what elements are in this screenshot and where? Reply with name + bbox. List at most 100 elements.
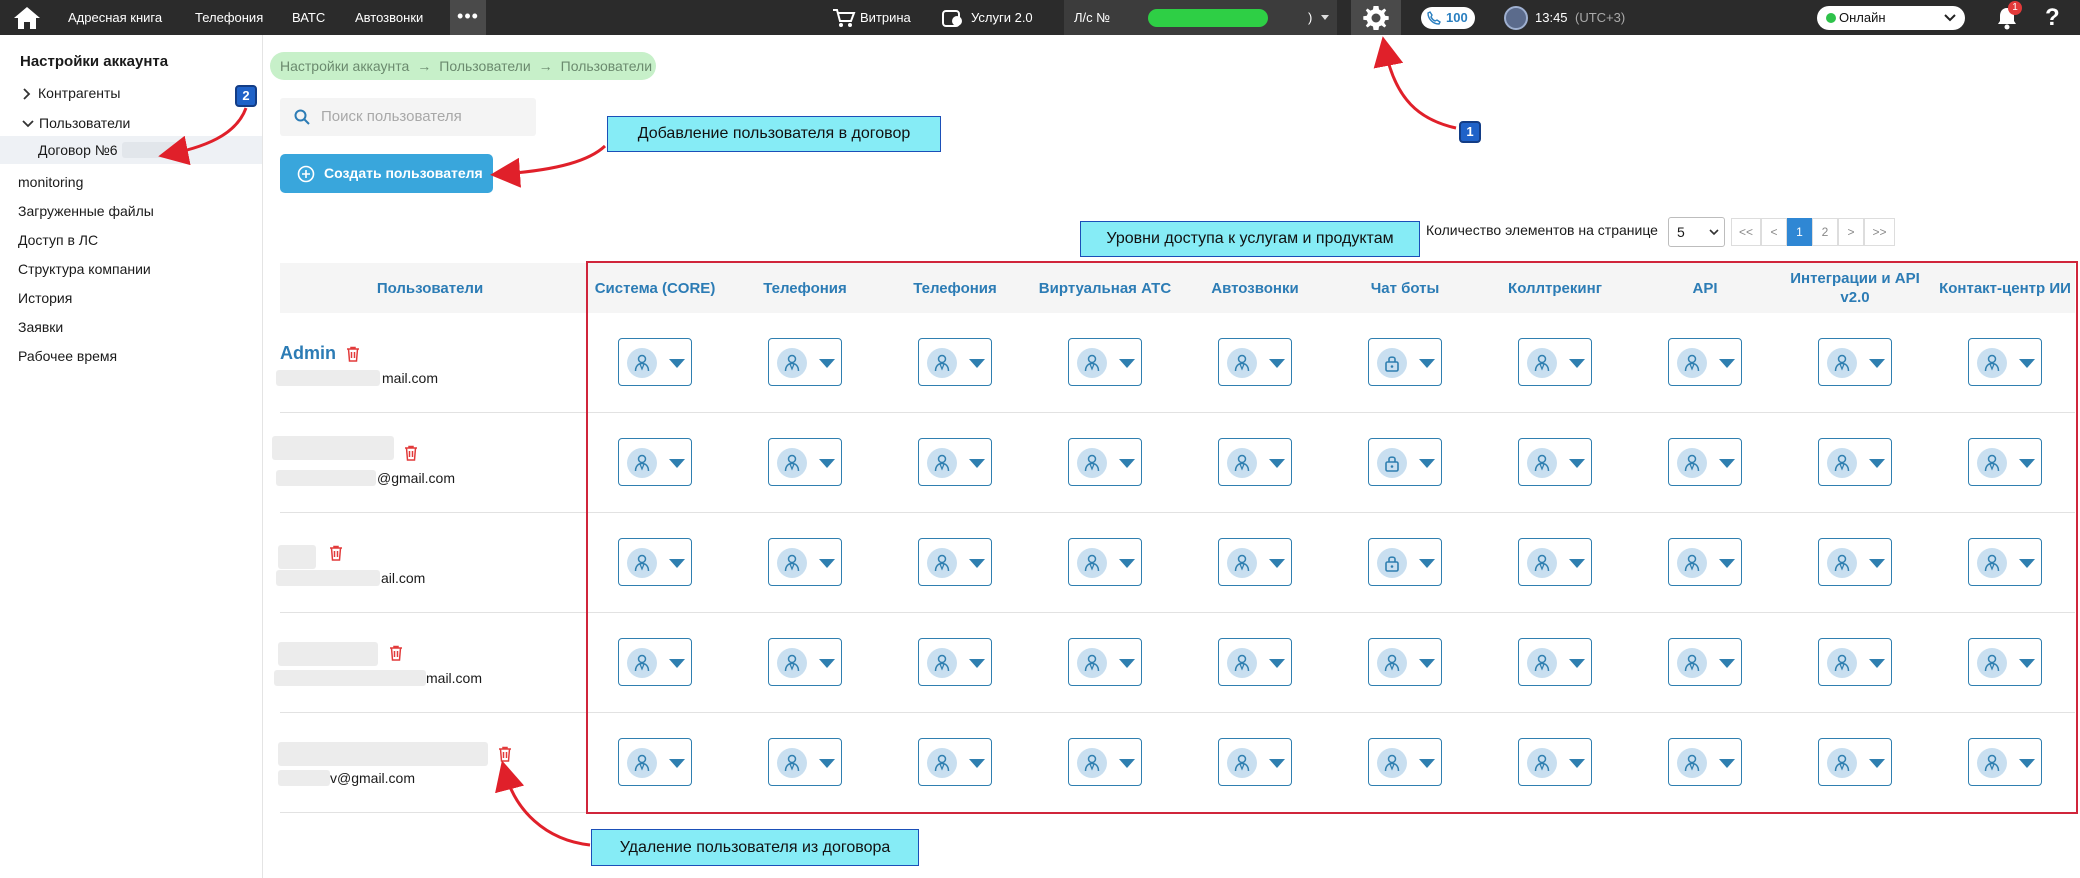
note-add-user: Добавление пользователя в договор (607, 116, 941, 152)
chevron-down-icon (1709, 229, 1719, 236)
gear-icon (1363, 5, 1389, 30)
trash-icon[interactable] (404, 445, 418, 461)
note-access-levels: Уровни доступа к услугам и продуктам (1080, 221, 1420, 257)
trash-icon[interactable] (498, 746, 512, 762)
chevron-down-icon (1944, 14, 1956, 22)
arrow-to-settings (1373, 36, 1457, 130)
page-prev-button[interactable]: < (1761, 218, 1787, 246)
sidebar-item-access[interactable]: Доступ в ЛС (18, 227, 98, 253)
breadcrumb-separator: → (417, 58, 432, 74)
search-input[interactable]: Поиск пользователя (280, 98, 536, 136)
search-placeholder: Поиск пользователя (321, 108, 462, 125)
sidebar-item-label: Контрагенты (38, 85, 121, 101)
account-suffix: ) (1308, 10, 1313, 25)
page-size-label: Количество элементов на странице (1426, 222, 1658, 238)
column-header-users: Пользователи (376, 279, 484, 297)
breadcrumb-separator: → (538, 58, 553, 74)
nav-telephony[interactable]: Телефония (195, 0, 263, 35)
user-email: mail.com (382, 370, 439, 386)
redacted-text (276, 570, 380, 586)
help-button[interactable]: ? (2045, 0, 2060, 35)
user-email: ail.com (381, 570, 426, 586)
redacted-text (272, 436, 394, 460)
redacted-text (276, 470, 376, 486)
account-label: Л/с № (1074, 10, 1111, 25)
nav-autocalls[interactable]: Автозвонки (355, 0, 423, 35)
page-2-button[interactable]: 2 (1812, 218, 1838, 246)
cart-icon[interactable] (832, 8, 856, 28)
sidebar-item-label: Пользователи (39, 115, 131, 131)
breadcrumb: Настройки аккаунта → Пользователи → Пользова… (270, 52, 656, 80)
trash-icon[interactable] (329, 545, 343, 561)
sidebar-item-label: Договор №6 (38, 142, 118, 158)
redacted-text (278, 642, 378, 666)
note-delete-user: Удаление пользователя из договора (591, 829, 919, 866)
page-next-button[interactable]: > (1838, 218, 1864, 246)
access-levels-highlight (586, 261, 2078, 814)
breadcrumb-item: Пользователи (560, 58, 653, 74)
user-email: @gmail.com (377, 470, 456, 486)
sidebar-title: Настройки аккаунта (20, 53, 169, 70)
sidebar-item-work-time[interactable]: Рабочее время (18, 343, 117, 369)
nav-vitrina[interactable]: Витрина (860, 0, 911, 35)
sidebar-item-structure[interactable]: Структура компании (18, 256, 151, 282)
sidebar-item-users[interactable]: Пользователи (22, 110, 130, 136)
calls-counter[interactable]: 100 (1421, 7, 1475, 29)
arrow-to-create-button (490, 144, 607, 188)
annotation-badge-1: 1 (1459, 121, 1481, 143)
redacted-text (278, 742, 488, 766)
account-number-redacted (1148, 9, 1268, 27)
redacted-text (274, 670, 426, 686)
redacted-text (276, 370, 380, 386)
annotation-badge-2: 2 (235, 85, 257, 107)
sidebar-item-requests[interactable]: Заявки (18, 314, 63, 340)
create-user-label: Создать пользователя (324, 165, 483, 181)
arrow-to-trash (495, 760, 591, 847)
trash-icon[interactable] (346, 346, 360, 362)
sidebar-item-contract-active[interactable]: Договор №6 (0, 136, 262, 164)
chevron-right-icon (23, 88, 31, 100)
avatar[interactable] (1504, 6, 1528, 30)
redacted-text (278, 770, 330, 786)
chevron-down-icon (22, 120, 34, 128)
sidebar-item-monitoring[interactable]: monitoring (18, 169, 83, 195)
services-icon (942, 8, 964, 28)
notifications-button[interactable]: 1 (1996, 1, 2022, 30)
redacted-text (278, 545, 316, 569)
phone-icon (1427, 11, 1441, 25)
home-icon[interactable] (12, 5, 42, 31)
nav-services[interactable]: Услуги 2.0 (971, 0, 1033, 35)
clock-time: 13:45 (1535, 10, 1568, 25)
breadcrumb-item[interactable]: Пользователи (439, 58, 530, 74)
contract-number-redacted (122, 142, 177, 158)
user-email: v@gmail.com (330, 770, 416, 786)
create-user-button[interactable]: Создать пользователя (280, 154, 493, 193)
trash-icon[interactable] (389, 645, 403, 661)
settings-button[interactable] (1351, 0, 1401, 35)
sidebar-item-uploaded-files[interactable]: Загруженные файлы (18, 198, 154, 224)
calls-count: 100 (1446, 10, 1468, 25)
clock-timezone: (UTC+3) (1575, 10, 1626, 25)
nav-address-book[interactable]: Адресная книга (68, 0, 162, 35)
status-online-dot (1826, 13, 1836, 23)
breadcrumb-item[interactable]: Настройки аккаунта (280, 58, 409, 74)
chevron-down-icon (1321, 15, 1329, 20)
page-size-value: 5 (1677, 224, 1685, 240)
user-name[interactable]: Admin (280, 343, 336, 364)
top-bar: Адресная книга Телефония ВАТС Автозвонки… (0, 0, 2080, 35)
status-label: Онлайн (1839, 10, 1886, 25)
page-size-select[interactable]: 5 (1668, 217, 1725, 247)
sidebar: Настройки аккаунта Контрагенты Пользоват… (0, 35, 263, 878)
plus-circle-icon (297, 165, 315, 183)
sidebar-item-history[interactable]: История (18, 285, 72, 311)
search-icon (294, 109, 310, 125)
more-menu-button[interactable]: ••• (450, 0, 486, 35)
user-email: mail.com (426, 670, 483, 686)
page-1-button[interactable]: 1 (1787, 218, 1812, 246)
nav-vats[interactable]: ВАТС (292, 0, 325, 35)
notification-count-badge: 1 (2008, 1, 2022, 15)
page-first-button[interactable]: << (1731, 218, 1761, 246)
sidebar-item-counterparties[interactable]: Контрагенты (22, 80, 120, 106)
page-last-button[interactable]: >> (1864, 218, 1895, 246)
status-select[interactable]: Онлайн (1817, 6, 1965, 30)
